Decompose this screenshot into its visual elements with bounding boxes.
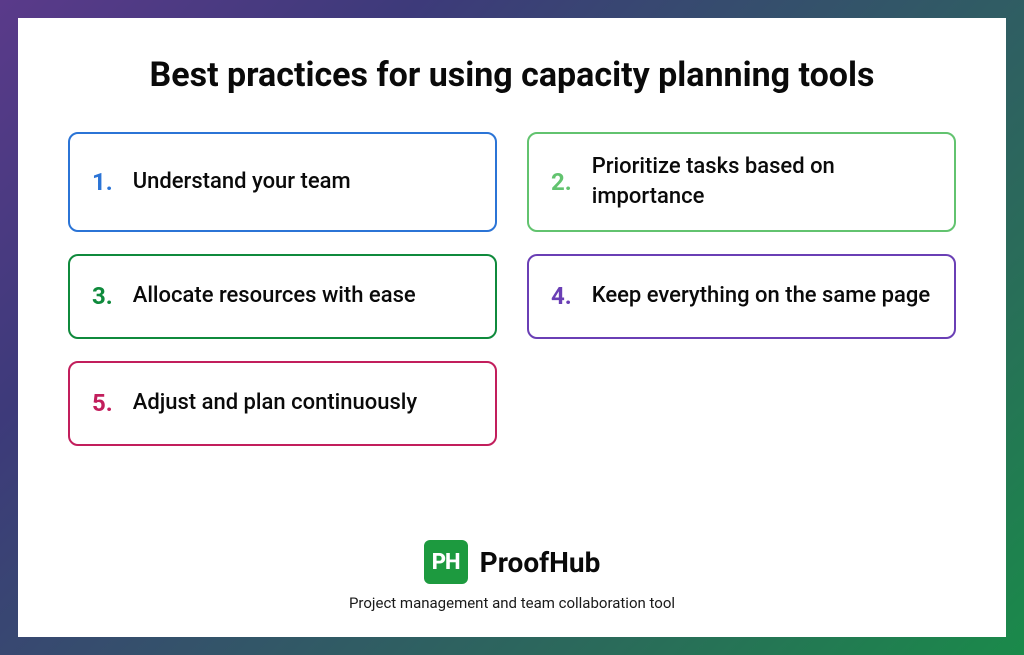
practice-text: Adjust and plan continuously — [133, 388, 417, 418]
practice-card-1: 1. Understand your team — [68, 132, 497, 231]
brand-tagline: Project management and team collaboratio… — [349, 594, 675, 612]
practice-card-4: 4. Keep everything on the same page — [527, 254, 956, 339]
practice-text: Keep everything on the same page — [592, 281, 930, 311]
brand-logo-icon: PH — [424, 540, 468, 584]
brand-name: ProofHub — [480, 546, 601, 579]
practice-number: 1. — [92, 168, 113, 196]
practice-card-5: 5. Adjust and plan continuously — [68, 361, 497, 446]
practice-card-2: 2. Prioritize tasks based on importance — [527, 132, 956, 231]
practice-text: Prioritize tasks based on importance — [592, 152, 932, 211]
brand: PH ProofHub — [424, 540, 601, 584]
practice-number: 2. — [551, 168, 572, 196]
practice-number: 3. — [92, 282, 113, 310]
content-panel: Best practices for using capacity planni… — [18, 18, 1006, 637]
page-title: Best practices for using capacity planni… — [68, 53, 956, 97]
footer: PH ProofHub Project management and team … — [68, 540, 956, 612]
practice-card-3: 3. Allocate resources with ease — [68, 254, 497, 339]
practice-text: Allocate resources with ease — [133, 281, 416, 311]
practice-number: 4. — [551, 282, 572, 310]
practice-text: Understand your team — [133, 167, 351, 197]
practice-number: 5. — [92, 389, 113, 417]
practices-grid: 1. Understand your team 2. Prioritize ta… — [68, 132, 956, 520]
